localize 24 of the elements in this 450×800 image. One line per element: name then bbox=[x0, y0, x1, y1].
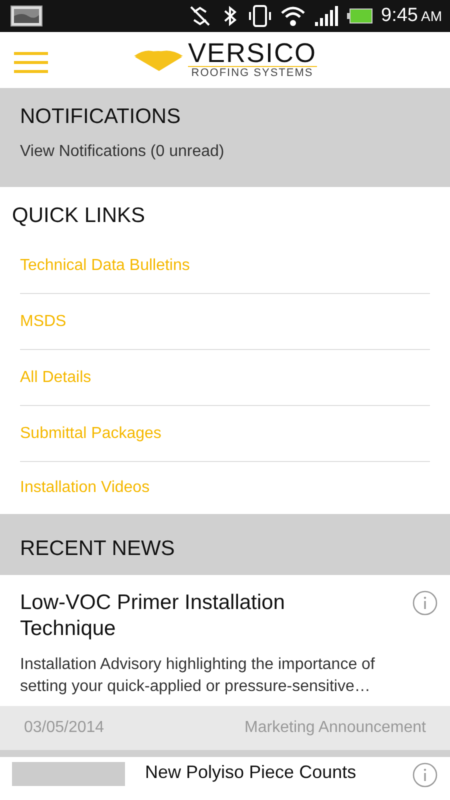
quick-link[interactable]: Submittal Packages bbox=[20, 424, 162, 442]
menu-button[interactable] bbox=[14, 52, 48, 73]
news-date: 03/05/2014 bbox=[24, 719, 104, 737]
vibrate-icon bbox=[248, 4, 272, 28]
quick-link[interactable]: All Details bbox=[20, 368, 92, 386]
logo-name: VERSICO bbox=[188, 40, 317, 67]
menu-icon bbox=[14, 52, 48, 73]
section-title: NOTIFICATIONS bbox=[20, 105, 182, 129]
quick-link[interactable]: Technical Data Bulletins bbox=[20, 256, 190, 274]
section-title: QUICK LINKS bbox=[12, 204, 146, 228]
news-title: Low-VOC Primer Installation Technique bbox=[20, 590, 286, 642]
notifications-link[interactable]: View Notifications (0 unread) bbox=[20, 143, 224, 161]
logo-tagline: ROOFING SYSTEMS bbox=[191, 67, 314, 80]
news-summary: Installation Advisory highlighting the importance of setting your quick-applied or pressure-sensitive… bbox=[19, 655, 376, 697]
wifi-icon bbox=[280, 4, 306, 28]
quick-link[interactable]: MSDS bbox=[20, 312, 66, 330]
image-notification-icon bbox=[10, 4, 43, 28]
signal-icon bbox=[314, 4, 340, 28]
news-title: New Polyiso Piece Counts bbox=[145, 762, 358, 784]
clock: 9:45 AM bbox=[381, 5, 442, 27]
logo-icon bbox=[133, 48, 184, 72]
news-category: Marketing Announcement bbox=[244, 719, 426, 737]
quick-link[interactable]: Installation Videos bbox=[20, 479, 150, 497]
sync-off-icon bbox=[188, 4, 212, 28]
